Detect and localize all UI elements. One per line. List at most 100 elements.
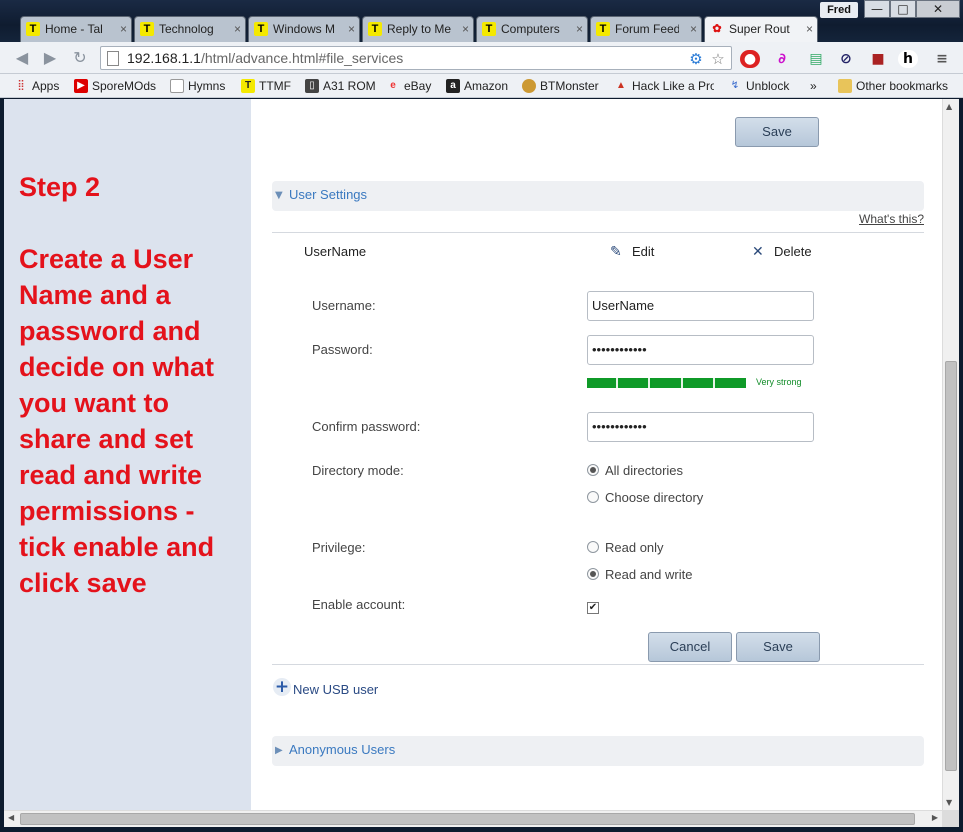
bookmark-sporemods[interactable]: ▶ SporeMOds — [74, 78, 156, 94]
tab-close-icon[interactable]: × — [120, 17, 127, 41]
minimize-button[interactable]: — — [864, 0, 890, 18]
reload-icon[interactable]: ↻ — [70, 49, 90, 67]
form-save-button[interactable]: Save — [736, 632, 820, 662]
edit-button[interactable]: ✎ Edit — [610, 243, 654, 259]
bookmark-hymns[interactable]: Hymns — [170, 78, 225, 94]
radio-read-and-write[interactable]: Read and write — [587, 567, 692, 582]
bookmark-amazon[interactable]: a Amazon — [446, 78, 508, 94]
url-text[interactable]: 192.168.1.1/html/advance.html#file_servi… — [127, 50, 403, 66]
tab-forum-feed[interactable]: T Forum Feed × — [590, 16, 702, 42]
tab-reply[interactable]: T Reply to Me × — [362, 16, 474, 42]
confirm-password-label: Confirm password: — [312, 419, 421, 434]
privilege-label: Privilege: — [312, 540, 366, 555]
anonymous-users-header[interactable]: ▶ Anonymous Users — [272, 736, 924, 766]
scroll-left-icon[interactable]: ◀ — [8, 813, 14, 822]
radio-all-directories[interactable]: All directories — [587, 463, 683, 478]
radio-selected-icon — [587, 464, 599, 476]
radio-read-only[interactable]: Read only — [587, 540, 664, 555]
bookmark-unblock[interactable]: ↯ Unblock — [728, 78, 790, 94]
divider — [272, 232, 924, 233]
tab-label: Technolog — [159, 22, 214, 36]
bookmarks-overflow-chevron-icon[interactable]: » — [810, 78, 817, 94]
monster-icon — [522, 79, 536, 93]
horizontal-scroll-thumb[interactable] — [20, 813, 915, 825]
bookmark-apps[interactable]: ⣿ Apps — [14, 78, 59, 94]
directory-mode-label: Directory mode: — [312, 463, 404, 478]
vertical-scrollbar[interactable]: ▲ ▼ — [942, 99, 959, 810]
star-bookmark-icon[interactable]: ☆ — [709, 50, 727, 68]
tab-home[interactable]: T Home - Tal × — [20, 16, 132, 42]
back-arrow-icon[interactable]: ◀ — [12, 49, 32, 67]
tab-super-router[interactable]: ✿ Super Rout × — [704, 16, 818, 42]
password-label: Password: — [312, 342, 373, 357]
enable-account-checkbox[interactable]: ✔ — [587, 602, 599, 614]
scroll-up-icon[interactable]: ▲ — [946, 102, 952, 111]
maximize-button[interactable]: □ — [890, 0, 916, 18]
tab-close-icon[interactable]: × — [348, 17, 355, 41]
bookmark-other[interactable]: Other bookmarks — [838, 78, 948, 94]
new-usb-user-link[interactable]: + New USB user — [273, 678, 378, 697]
bookmark-ttmf[interactable]: T TTMF — [241, 78, 291, 94]
radio-choose-directory[interactable]: Choose directory — [587, 490, 703, 505]
bookmark-a31-rom[interactable]: ▯ A31 ROM — [305, 78, 376, 94]
scroll-right-icon[interactable]: ▶ — [932, 813, 938, 822]
password-strength-meter — [587, 378, 746, 388]
tab-favicon-t-icon: T — [254, 22, 268, 36]
translate-icon[interactable]: ⚙ — [687, 50, 705, 68]
tab-computers[interactable]: T Computers × — [476, 16, 588, 42]
phone-icon: ▯ — [305, 79, 319, 93]
divider — [272, 664, 924, 665]
delete-x-icon: ✕ — [752, 243, 764, 259]
tab-favicon-t-icon: T — [596, 22, 610, 36]
tab-favicon-t-icon: T — [140, 22, 154, 36]
forward-arrow-icon[interactable]: ▶ — [40, 49, 60, 67]
browser-toolbar: ◀ ▶ ↻ 192.168.1.1/html/advance.html#file… — [0, 42, 963, 74]
bookmark-ebay[interactable]: e eBay — [386, 78, 431, 94]
apps-grid-icon: ⣿ — [17, 80, 25, 91]
extension-swirl-icon[interactable]: ∂ — [772, 50, 792, 68]
tab-technology[interactable]: T Technolog × — [134, 16, 246, 42]
username-label: Username: — [312, 298, 376, 313]
block-icon[interactable]: ⊘ — [836, 50, 856, 68]
tab-label: Windows M — [273, 22, 336, 36]
folder-icon — [838, 79, 852, 93]
menu-icon[interactable]: ≡ — [932, 50, 952, 68]
password-input[interactable]: •••••••••••• — [587, 335, 814, 365]
bookmark-hack-like-a-pro[interactable]: ▲ Hack Like a Pro — [614, 78, 714, 94]
tab-close-icon[interactable]: × — [576, 17, 583, 41]
radio-unselected-icon — [587, 491, 599, 503]
page-icon — [170, 79, 184, 93]
hack-icon: ▲ — [616, 80, 626, 91]
instruction-panel: Step 2 Create a User Name and a password… — [4, 99, 251, 810]
tab-favicon-t-icon: T — [26, 22, 40, 36]
vertical-scroll-thumb[interactable] — [945, 361, 957, 771]
tab-windows[interactable]: T Windows M × — [248, 16, 360, 42]
cancel-button[interactable]: Cancel — [648, 632, 732, 662]
horizontal-scrollbar[interactable]: ◀ ▶ — [4, 810, 942, 827]
delete-button[interactable]: ✕ Delete — [752, 243, 812, 259]
tab-close-icon[interactable]: × — [690, 17, 697, 41]
whats-this-link[interactable]: What's this? — [859, 212, 924, 226]
scroll-down-icon[interactable]: ▼ — [946, 798, 952, 807]
tab-label: Home - Tal — [45, 22, 103, 36]
anonymous-users-label: Anonymous Users — [289, 742, 396, 757]
plus-icon: + — [273, 677, 291, 697]
adblock-icon[interactable]: ● — [740, 50, 760, 68]
tab-close-icon[interactable]: × — [234, 17, 241, 41]
expand-right-icon: ▶ — [275, 745, 283, 756]
extension-doc-icon[interactable]: ▤ — [806, 50, 826, 68]
user-settings-header[interactable]: ▼ User Settings — [272, 181, 924, 211]
address-bar[interactable]: 192.168.1.1/html/advance.html#file_servi… — [100, 46, 732, 70]
confirm-password-input[interactable]: •••••••••••• — [587, 412, 814, 442]
extension-red-icon[interactable]: ■ — [868, 50, 888, 68]
bookmark-btmonster[interactable]: BTMonster — [522, 78, 599, 94]
username-input[interactable]: UserName — [587, 291, 814, 321]
tab-favicon-t-icon: T — [482, 22, 496, 36]
h-extension-icon[interactable]: h — [898, 50, 918, 68]
top-save-button[interactable]: Save — [735, 117, 819, 147]
tab-favicon-t-icon: T — [368, 22, 382, 36]
close-window-button[interactable]: ✕ — [916, 0, 960, 18]
tab-close-icon[interactable]: × — [806, 17, 813, 41]
tab-close-icon[interactable]: × — [462, 17, 469, 41]
profile-badge[interactable]: Fred — [820, 2, 858, 18]
